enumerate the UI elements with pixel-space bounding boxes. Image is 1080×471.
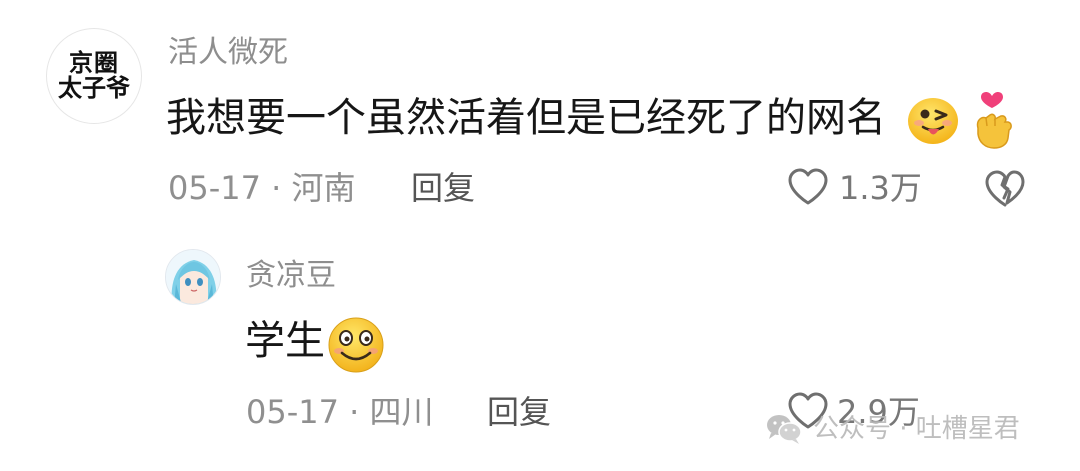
avatar[interactable]: 京圈 太子爷 bbox=[46, 28, 142, 124]
heart-outline-icon[interactable] bbox=[787, 167, 829, 207]
reply-reply-button[interactable]: 回复 bbox=[487, 396, 551, 428]
watermark-text: 公众号 · 吐槽星君 bbox=[813, 414, 1020, 444]
comment-meta: 05-17 · 河南 bbox=[168, 169, 356, 207]
winking-tongue-emoji-icon bbox=[906, 96, 960, 146]
comment-thread: 京圈 太子爷 活人微死 我想要一个虽然活着但是已经死了的网名 05-17 · 河… bbox=[0, 0, 1080, 471]
reply-meta: 05-17 · 四川 bbox=[246, 393, 434, 431]
wechat-icon bbox=[767, 415, 802, 444]
reply-text: 学生 bbox=[245, 318, 325, 364]
comment-username[interactable]: 活人微死 bbox=[168, 38, 288, 68]
broken-heart-icon[interactable] bbox=[983, 168, 1027, 210]
avatar-text-line1: 京圈 bbox=[69, 48, 119, 77]
comment-text: 我想要一个虽然活着但是已经死了的网名 bbox=[166, 95, 886, 141]
like-count: 1.3万 bbox=[839, 169, 922, 207]
avatar-text-line2: 太子爷 bbox=[58, 74, 130, 102]
smile-emoji-icon bbox=[326, 315, 386, 375]
reply-button[interactable]: 回复 bbox=[411, 172, 475, 204]
finger-heart-emoji-icon bbox=[968, 88, 1016, 150]
reply-avatar[interactable] bbox=[165, 249, 221, 305]
reply-username[interactable]: 贪凉豆 bbox=[246, 261, 336, 291]
watermark: 公众号 · 吐槽星君 bbox=[765, 412, 1020, 446]
anime-girl-avatar-icon bbox=[166, 250, 220, 304]
